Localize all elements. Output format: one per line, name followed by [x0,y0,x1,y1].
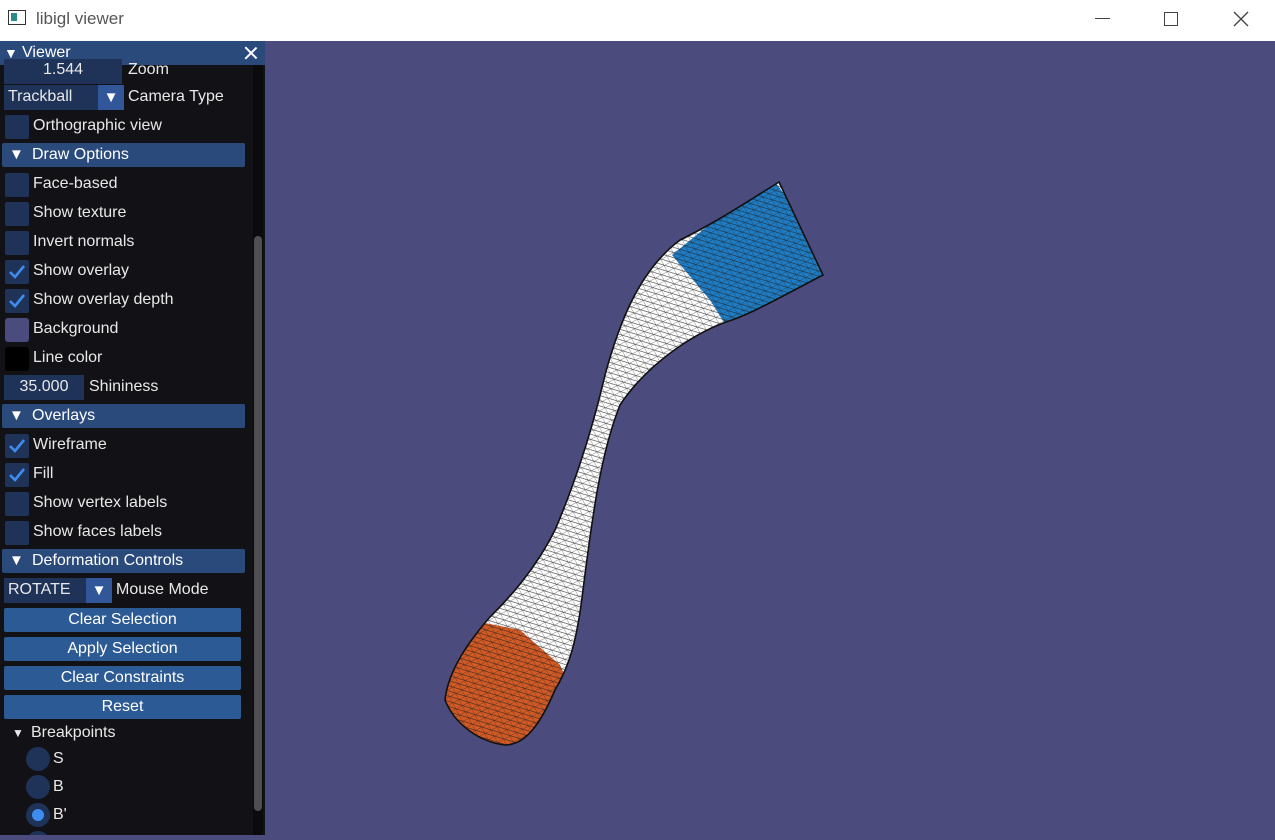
draw-options-header[interactable]: ▼ Draw Options [2,143,245,167]
breakpoint-label-b: B [53,778,64,795]
3d-viewport[interactable] [265,41,1275,835]
face-based-row: Face-based [0,172,250,198]
window-titlebar: libigl viewer [0,0,1275,41]
minimize-button[interactable] [1082,6,1122,34]
show-texture-checkbox[interactable] [5,202,29,226]
background-row: Background [0,317,250,343]
breakpoints-title: Breakpoints [31,724,116,741]
fill-label: Fill [33,465,54,482]
collapse-triangle-icon: ▼ [9,552,24,569]
chevron-down-icon: ▼ [86,578,112,603]
shininess-label: Shininess [89,378,159,395]
fill-row: Fill [0,462,250,488]
orthographic-row: Orthographic view [0,114,250,140]
show-overlay-checkbox[interactable] [5,260,29,284]
mouse-mode-select[interactable]: ROTATE ▼ [4,578,112,603]
show-overlay-row: Show overlay [0,259,250,285]
line-color-label: Line color [33,349,103,366]
mouse-mode-row: ROTATE ▼ Mouse Mode [0,578,250,604]
collapse-triangle-icon: ▼ [9,146,24,163]
app-icon [8,10,26,25]
background-label: Background [33,320,119,337]
deformable-mesh[interactable] [400,160,860,780]
shininess-input[interactable]: 35.000 [4,375,84,400]
face-labels-row: Show faces labels [0,520,250,546]
wireframe-checkbox[interactable] [5,434,29,458]
apply-selection-button[interactable]: Apply Selection [4,637,241,661]
overlays-title: Overlays [32,407,96,424]
invert-normals-checkbox[interactable] [5,231,29,255]
zoom-label: Zoom [128,61,169,78]
invert-normals-row: Invert normals [0,230,250,256]
wireframe-row: Wireframe [0,433,250,459]
fill-checkbox[interactable] [5,463,29,487]
deformation-controls-header[interactable]: ▼ Deformation Controls [2,549,245,573]
chevron-down-icon: ▼ [98,85,124,110]
zoom-value: 1.544 [42,61,84,78]
show-overlay-depth-row: Show overlay depth [0,288,250,314]
deformation-controls-title: Deformation Controls [32,552,184,569]
orthographic-checkbox[interactable] [5,115,29,139]
clear-constraints-button[interactable]: Clear Constraints [4,666,241,690]
close-icon [1233,11,1249,27]
zoom-row: 1.544 Zoom [0,59,250,85]
show-texture-label: Show texture [33,204,127,221]
show-overlay-label: Show overlay [33,262,130,279]
breakpoint-radio-b-prime[interactable] [26,803,50,827]
orthographic-label: Orthographic view [33,117,162,134]
face-labels-checkbox[interactable] [5,521,29,545]
mesh-canvas[interactable] [265,41,1275,835]
shininess-value: 35.000 [19,378,69,395]
camera-type-select[interactable]: Trackball ▼ [4,85,124,110]
line-color-swatch[interactable] [5,347,29,371]
maximize-button[interactable] [1152,6,1192,34]
vertex-labels-row: Show vertex labels [0,491,250,517]
close-window-button[interactable] [1222,6,1262,34]
line-color-row: Line color [0,346,250,372]
vertex-labels-checkbox[interactable] [5,492,29,516]
clear-selection-button[interactable]: Clear Selection [4,608,241,632]
show-overlay-depth-label: Show overlay depth [33,291,174,308]
camera-type-row: Trackball ▼ Camera Type [0,85,250,111]
overlays-header[interactable]: ▼ Overlays [2,404,245,428]
show-texture-row: Show texture [0,201,250,227]
breakpoints-tree-node[interactable]: ▼ Breakpoints [0,721,250,747]
background-color-swatch[interactable] [5,318,29,342]
wireframe-label: Wireframe [33,436,107,453]
breakpoint-radio-more[interactable] [26,831,50,835]
breakpoint-radio-b[interactable] [26,775,50,799]
breakpoint-radio-s[interactable] [26,747,50,771]
scrollbar-thumb[interactable] [254,236,262,811]
checkmark-icon [9,468,26,482]
collapse-triangle-icon: ▼ [9,407,24,424]
checkmark-icon [9,294,26,308]
reset-button[interactable]: Reset [4,695,241,719]
invert-normals-label: Invert normals [33,233,135,250]
checkmark-icon [9,265,26,279]
zoom-input[interactable]: 1.544 [4,59,122,84]
viewer-panel: ▼ Viewer 1.544 Zoom Trackball ▼ Camera T… [0,41,265,835]
mouse-mode-value: ROTATE [8,581,71,598]
camera-type-value: Trackball [8,88,73,105]
face-labels-label: Show faces labels [33,523,162,540]
draw-options-title: Draw Options [32,146,129,163]
shininess-row: 35.000 Shininess [0,375,250,401]
mouse-mode-label: Mouse Mode [116,581,209,598]
camera-type-label: Camera Type [128,88,224,105]
checkmark-icon [9,439,26,453]
breakpoint-label-s: S [53,750,64,767]
face-based-checkbox[interactable] [5,173,29,197]
collapse-triangle-icon: ▼ [12,726,24,740]
show-overlay-depth-checkbox[interactable] [5,289,29,313]
window-title: libigl viewer [36,9,124,28]
face-based-label: Face-based [33,175,118,192]
vertex-labels-label: Show vertex labels [33,494,168,511]
breakpoint-label-b-prime: B' [53,806,67,823]
